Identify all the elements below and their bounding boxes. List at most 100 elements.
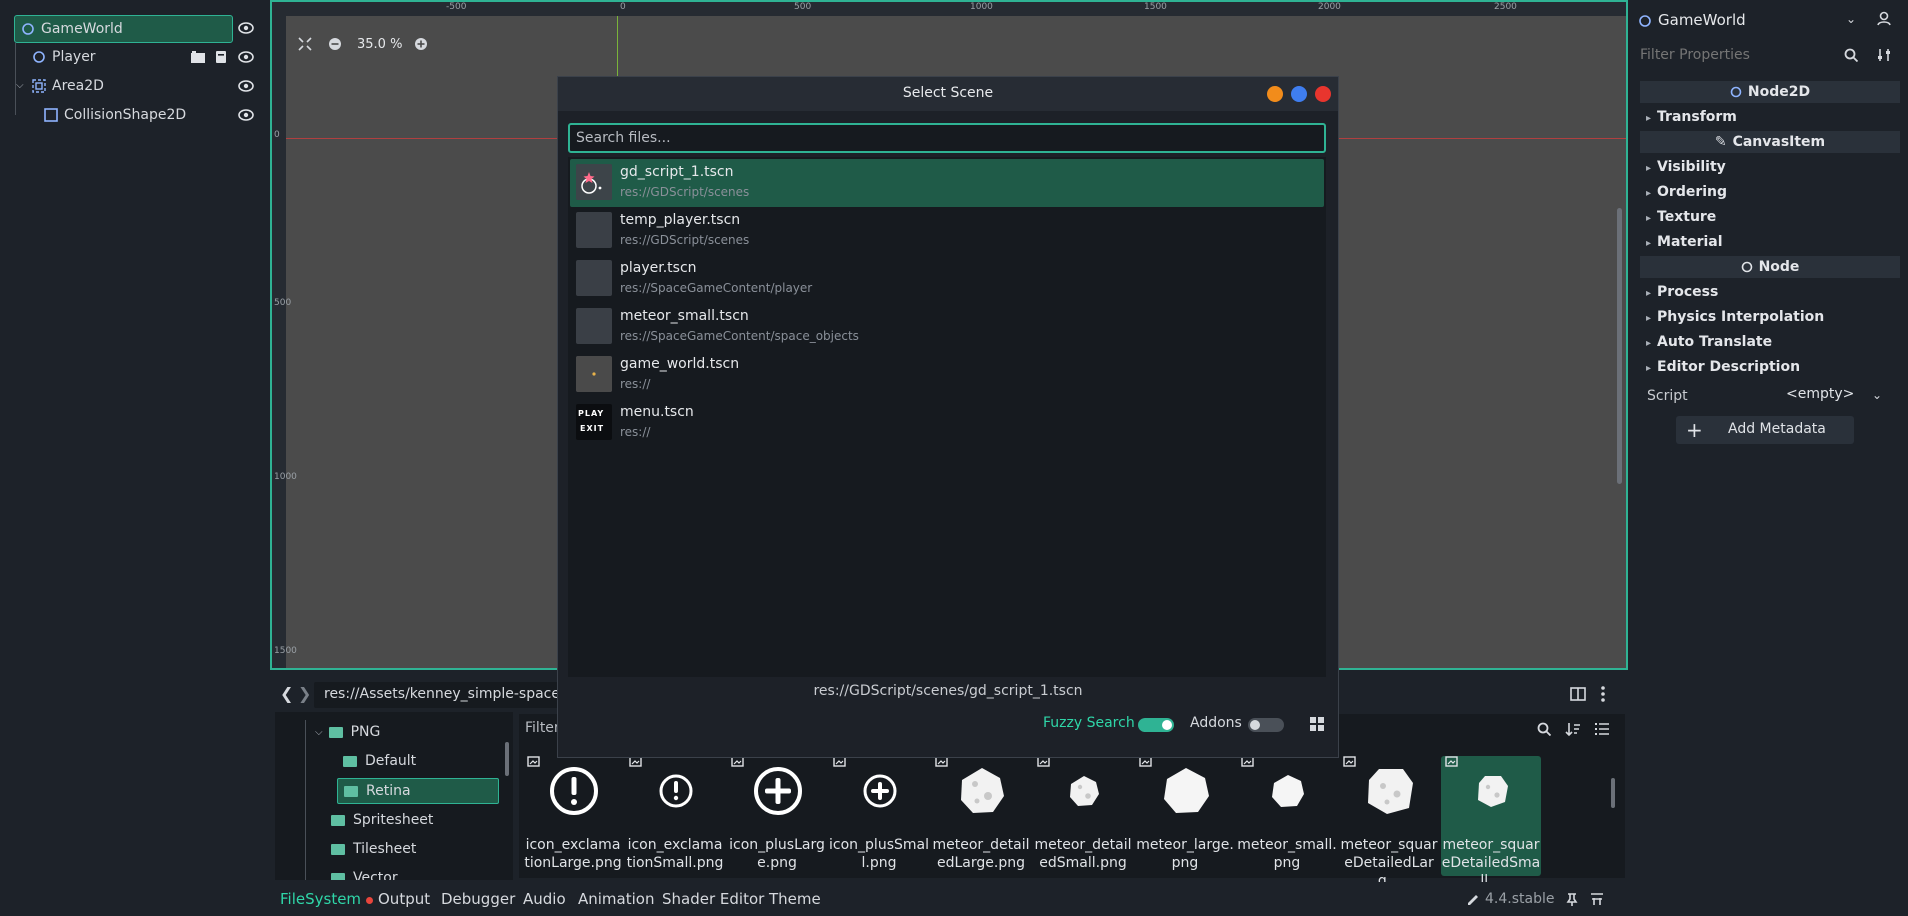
error-dot-icon — [366, 897, 373, 904]
folder-retina[interactable]: Retina — [337, 778, 499, 804]
tab-output[interactable]: Output — [378, 890, 430, 908]
section-visibility[interactable]: ▸ Visibility — [1646, 159, 1726, 175]
folder-default[interactable]: Default — [343, 749, 416, 773]
folder-png[interactable]: ⌵ PNG — [315, 720, 380, 744]
tree-node-label: CollisionShape2D — [64, 107, 187, 123]
ruler-tick-label: 500 — [274, 298, 292, 308]
file-tile[interactable]: icon_plusLarge.png — [727, 756, 827, 876]
center-view-icon[interactable] — [298, 37, 312, 51]
file-tile[interactable]: icon_plusSmall.png — [829, 756, 929, 876]
file-tile[interactable]: icon_exclamationLarge.png — [523, 756, 623, 876]
tab-theme[interactable]: Theme — [769, 890, 821, 908]
filter-properties-input[interactable] — [1638, 42, 1842, 68]
section-transform[interactable]: ▸ Transform — [1646, 109, 1737, 125]
folder-icon — [331, 872, 345, 880]
section-process[interactable]: ▸ Process — [1646, 284, 1718, 300]
section-label: Visibility — [1657, 159, 1726, 175]
zoom-in-icon[interactable] — [414, 37, 428, 51]
list-view-icon[interactable] — [1595, 722, 1609, 736]
file-tile[interactable]: icon_exclamationSmall.png — [625, 756, 725, 876]
section-physics-interpolation[interactable]: ▸ Physics Interpolation — [1646, 309, 1824, 325]
tree-scrollbar[interactable] — [505, 742, 509, 776]
fuzzy-search-toggle[interactable] — [1138, 718, 1174, 732]
script-property-value[interactable]: <empty> — [1786, 386, 1854, 402]
result-row[interactable]: player.tscn res://SpaceGameContent/playe… — [570, 255, 1324, 303]
back-arrow-icon[interactable]: ❮ — [280, 684, 293, 703]
more-options-icon[interactable] — [1600, 686, 1606, 702]
scene-tree-panel: GameWorld Player ⌵ Area2D CollisionShape… — [0, 0, 267, 916]
node-settings-icon[interactable] — [1876, 10, 1892, 26]
file-tile[interactable]: meteor_small.png — [1237, 756, 1337, 876]
section-label: Physics Interpolation — [1657, 309, 1825, 325]
visibility-eye-icon[interactable] — [238, 21, 254, 35]
result-row[interactable]: temp_player.tscn res://GDScript/scenes — [570, 207, 1324, 255]
filesystem-path-text: res://Assets/kenney_simple-space/P — [324, 686, 574, 702]
folder-spritesheet[interactable]: Spritesheet — [331, 808, 433, 832]
property-options-icon[interactable] — [1876, 47, 1892, 63]
section-auto-translate[interactable]: ▸ Auto Translate — [1646, 334, 1772, 350]
section-editor-description[interactable]: ▸ Editor Description — [1646, 359, 1800, 375]
tab-filesystem[interactable]: FileSystem — [280, 890, 361, 908]
filter-files-label[interactable]: Filter — [525, 720, 560, 736]
scene-thumbnail — [576, 356, 612, 392]
expand-panel-icon[interactable] — [1590, 892, 1604, 906]
folder-tilesheet[interactable]: Tilesheet — [331, 837, 416, 861]
search-results-list: gd_script_1.tscn res://GDScript/scenes t… — [568, 157, 1326, 677]
visibility-eye-icon[interactable] — [238, 79, 254, 93]
result-row-selected[interactable]: gd_script_1.tscn res://GDScript/scenes — [570, 159, 1324, 207]
file-tile-selected[interactable]: meteor_squareDetailedSmall... — [1441, 756, 1541, 889]
collapse-chevron-icon[interactable]: ⌵ — [16, 80, 24, 91]
result-row[interactable]: game_world.tscn res:// — [570, 351, 1324, 399]
file-tile[interactable]: meteor_detailedSmall.png — [1033, 756, 1133, 876]
tree-node-gameworld[interactable]: GameWorld — [14, 15, 233, 43]
file-tile[interactable]: meteor_squareDetailedLarg... — [1339, 756, 1439, 889]
tree-node-collisionshape2d[interactable]: CollisionShape2D — [44, 102, 186, 128]
visibility-eye-icon[interactable] — [238, 50, 254, 64]
open-instance-icon[interactable] — [190, 50, 206, 64]
tree-node-area2d[interactable]: Area2D — [32, 73, 104, 99]
section-material[interactable]: ▸ Material — [1646, 234, 1723, 250]
viewport-scrollbar[interactable] — [1617, 208, 1622, 484]
search-icon — [1844, 48, 1858, 62]
close-button[interactable] — [1315, 86, 1331, 102]
tree-line — [15, 43, 16, 115]
plus-large-icon — [753, 766, 803, 816]
addons-toggle[interactable] — [1248, 718, 1284, 732]
dialog-titlebar[interactable]: Select Scene — [558, 77, 1338, 111]
visibility-eye-icon[interactable] — [238, 108, 254, 122]
add-metadata-button[interactable]: + Add Metadata — [1676, 416, 1854, 444]
pin-icon[interactable] — [1566, 892, 1578, 906]
minimize-button[interactable] — [1267, 86, 1283, 102]
chevron-right-icon: ▸ — [1646, 188, 1652, 199]
tab-debugger[interactable]: Debugger — [441, 890, 515, 908]
zoom-level[interactable]: 35.0 % — [357, 37, 402, 52]
sort-icon[interactable] — [1565, 721, 1581, 737]
tab-animation[interactable]: Animation — [578, 890, 654, 908]
version-notice-icon[interactable] — [1465, 892, 1479, 906]
section-ordering[interactable]: ▸ Ordering — [1646, 184, 1727, 200]
zoom-out-icon[interactable] — [328, 37, 342, 51]
forward-arrow-icon[interactable]: ❯ — [298, 684, 311, 703]
result-path: res://SpaceGameContent/player — [620, 281, 813, 295]
chevron-down-icon[interactable]: ⌄ — [1846, 12, 1856, 26]
scene-thumbnail — [576, 212, 612, 248]
tree-node-player[interactable]: Player — [32, 44, 96, 70]
addons-label: Addons — [1190, 715, 1242, 731]
result-row[interactable]: meteor_small.tscn res://SpaceGameContent… — [570, 303, 1324, 351]
grid-view-icon[interactable] — [1310, 717, 1324, 731]
maximize-button[interactable] — [1291, 86, 1307, 102]
inspector-node-name[interactable]: GameWorld — [1658, 11, 1746, 29]
chevron-down-icon[interactable]: ⌄ — [1872, 388, 1882, 402]
folder-vector[interactable]: Vector — [331, 866, 398, 880]
tree-line — [305, 720, 306, 880]
file-tile[interactable]: meteor_detailedLarge.png — [931, 756, 1031, 876]
split-view-icon[interactable] — [1570, 687, 1586, 701]
section-texture[interactable]: ▸ Texture — [1646, 209, 1716, 225]
tab-shader-editor[interactable]: Shader Editor — [662, 890, 764, 908]
file-tile[interactable]: meteor_large.png — [1135, 756, 1235, 876]
search-files-input[interactable] — [568, 123, 1326, 153]
script-icon[interactable] — [214, 50, 228, 64]
tab-audio[interactable]: Audio — [523, 890, 566, 908]
file-grid-scrollbar[interactable] — [1611, 778, 1615, 808]
result-row[interactable]: PLAY EXIT menu.tscn res:// — [570, 399, 1324, 447]
